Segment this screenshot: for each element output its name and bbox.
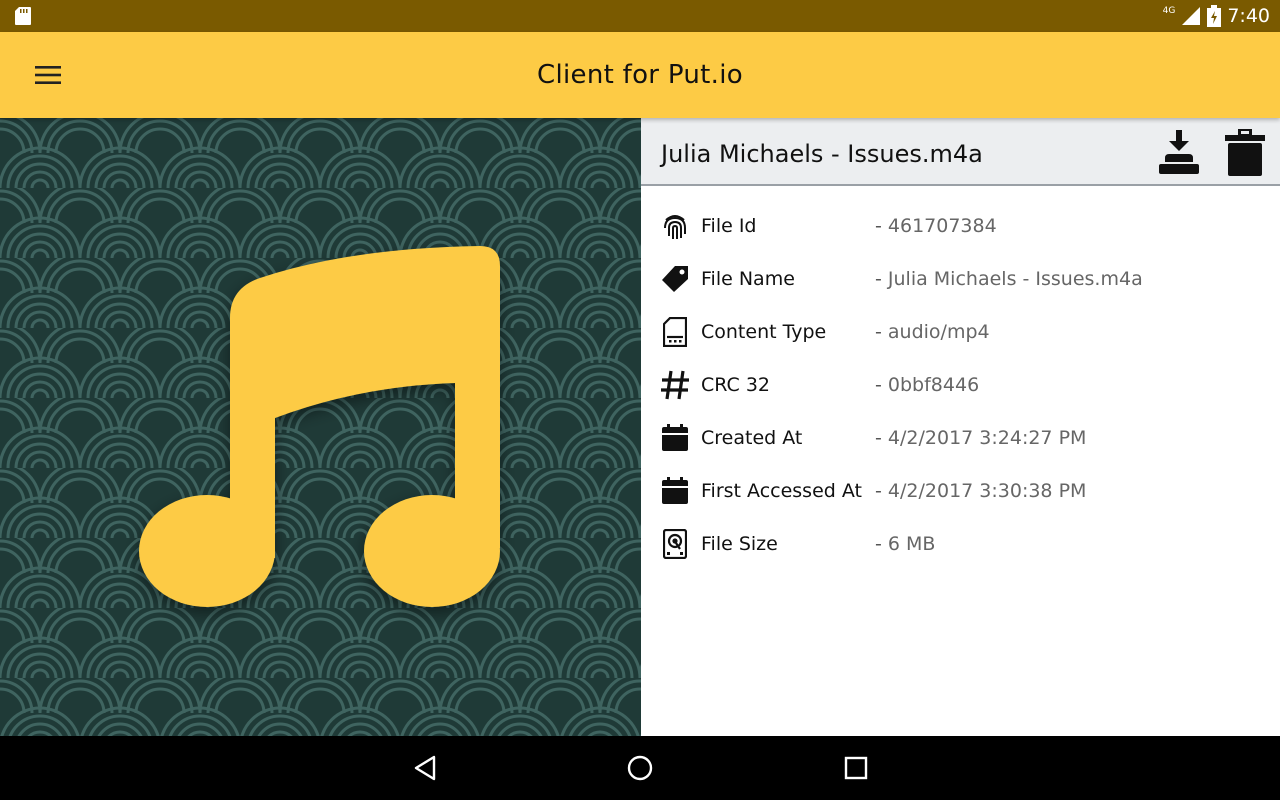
detail-label: CRC 32 <box>701 374 771 396</box>
detail-label: Created At <box>701 427 803 449</box>
detail-value: - 4/2/2017 3:24:27 PM <box>875 427 1087 449</box>
delete-button[interactable] <box>1221 128 1269 178</box>
download-button[interactable] <box>1155 128 1203 178</box>
detail-value: - 4/2/2017 3:30:38 PM <box>875 480 1087 502</box>
system-navigation-bar <box>0 736 1280 800</box>
detail-label: First Accessed At <box>701 480 862 502</box>
detail-row-file-name: File Name - Julia Michaels - Issues.m4a <box>641 253 1280 306</box>
network-type-label: 4G <box>1162 6 1176 16</box>
status-bar: 4G 7:40 <box>0 0 1280 32</box>
detail-row-content-type: Content Type - audio/mp4 <box>641 306 1280 359</box>
detail-label: File Id <box>701 215 757 237</box>
navigation-menu-button[interactable] <box>28 58 68 92</box>
hamburger-menu-icon <box>35 66 61 84</box>
home-button[interactable] <box>620 748 660 788</box>
harddisk-icon <box>659 528 691 560</box>
detail-label: Content Type <box>701 321 827 343</box>
detail-row-file-id: File Id - 461707384 <box>641 200 1280 253</box>
hash-icon <box>659 369 691 401</box>
file-title: Julia Michaels - Issues.m4a <box>661 140 983 168</box>
signal-icon <box>1182 7 1201 25</box>
sd-card-icon <box>15 7 31 25</box>
detail-label: File Name <box>701 268 795 290</box>
artwork-canvas <box>0 118 641 736</box>
recents-button[interactable] <box>836 748 876 788</box>
calendar-icon <box>659 475 691 507</box>
trash-icon <box>1225 129 1265 176</box>
download-icon <box>1159 130 1199 174</box>
detail-row-file-size: File Size - 6 MB <box>641 518 1280 571</box>
file-details-list: File Id - 461707384 File Name - Julia Mi… <box>641 200 1280 571</box>
detail-value: - 0bbf8446 <box>875 374 980 396</box>
detail-value: - audio/mp4 <box>875 321 990 343</box>
tag-icon <box>659 263 691 295</box>
album-artwork <box>0 118 641 736</box>
battery-icon <box>1207 5 1222 27</box>
file-header: Julia Michaels - Issues.m4a <box>641 118 1280 186</box>
app-bar: Client for Put.io <box>0 32 1280 118</box>
recents-icon <box>844 756 868 780</box>
detail-label: File Size <box>701 533 778 555</box>
calendar-icon <box>659 422 691 454</box>
detail-row-crc32: CRC 32 - 0bbf8446 <box>641 359 1280 412</box>
detail-row-created-at: Created At - 4/2/2017 3:24:27 PM <box>641 412 1280 465</box>
fingerprint-icon <box>659 210 691 242</box>
detail-value: - Julia Michaels - Issues.m4a <box>875 268 1143 290</box>
file-detail-panel: Julia Michaels - Issues.m4a File Id - 46… <box>641 118 1280 736</box>
detail-value: - 461707384 <box>875 215 997 237</box>
sd-file-icon <box>659 316 691 348</box>
detail-value: - 6 MB <box>875 533 936 555</box>
back-button[interactable] <box>405 748 445 788</box>
detail-row-first-accessed-at: First Accessed At - 4/2/2017 3:30:38 PM <box>641 465 1280 518</box>
back-icon <box>414 755 436 781</box>
app-title: Client for Put.io <box>537 60 743 90</box>
home-icon <box>627 755 653 781</box>
clock: 7:40 <box>1227 5 1270 27</box>
